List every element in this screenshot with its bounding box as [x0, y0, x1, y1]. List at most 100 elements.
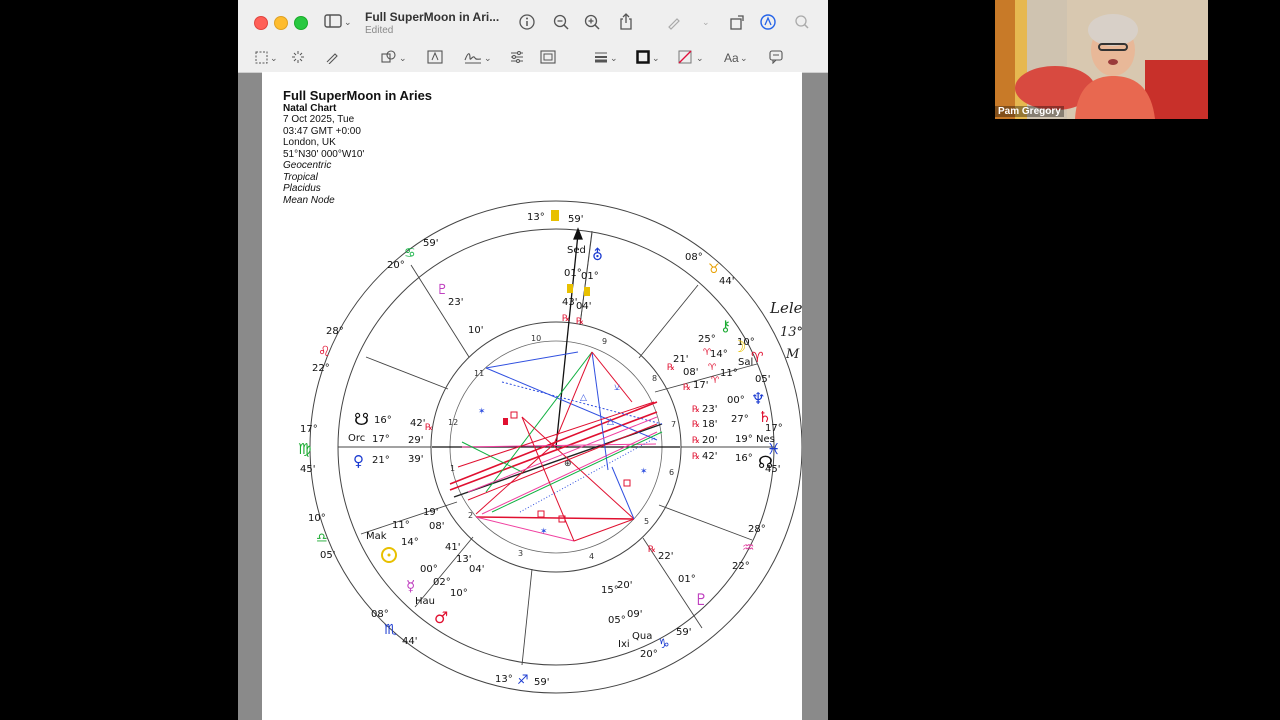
text-box-icon[interactable] [427, 50, 443, 64]
degree-label: 11° [720, 368, 738, 379]
mc-degree: 13° [527, 212, 545, 223]
chevron-down-icon[interactable]: ⌄ [270, 50, 278, 66]
degree-label: 02° [433, 577, 451, 588]
saturn-icon: ♄ [758, 408, 771, 426]
annotate-icon[interactable] [769, 50, 783, 64]
degree-label: 17' [693, 380, 708, 391]
chevron-down-icon[interactable]: ⌄ [610, 50, 618, 66]
info-icon[interactable] [519, 14, 535, 30]
signature-icon[interactable] [464, 50, 482, 64]
neptune-icon: ♆ [751, 389, 765, 408]
adjust-color-icon[interactable] [510, 50, 524, 64]
minimize-button[interactable] [274, 16, 288, 30]
house-number: 2 [468, 511, 473, 520]
highlight-pen-icon[interactable] [666, 14, 682, 30]
sedna-label: Sed [567, 245, 586, 256]
document-title: Full SuperMoon in Ari... [365, 10, 500, 24]
participant-video-tile[interactable]: Pam Gregory [995, 0, 1208, 119]
fill-color-icon[interactable] [678, 50, 692, 64]
svg-text:♈: ♈ [708, 363, 717, 373]
rectangular-selection-icon[interactable] [255, 51, 269, 65]
degree-label: 11° [392, 520, 410, 531]
degree-label: 18' [702, 419, 717, 430]
degree-label: 22' [658, 551, 673, 562]
border-color-icon[interactable] [636, 50, 650, 64]
search-icon[interactable] [794, 14, 810, 30]
libra-icon: ♎ [316, 531, 328, 546]
degree-label: 27° [731, 414, 749, 425]
cusp-3-minutes: 44' [402, 636, 417, 647]
degree-label: 14° [710, 349, 728, 360]
preview-window: ⌄ Full SuperMoon in Ari... Edited ⌄ ⌄ ⌄ … [238, 0, 828, 720]
adjust-size-icon[interactable] [540, 50, 556, 64]
sagittarius-icon: ♐ [517, 673, 529, 688]
axis-arrows [432, 227, 680, 448]
cusp-2-minutes: 05' [320, 550, 335, 561]
annotation-line-1: Lele [769, 299, 802, 317]
degree-label: 08' [683, 367, 698, 378]
degree-label: 08' [429, 521, 444, 532]
chevron-down-icon[interactable]: ⌄ [702, 14, 710, 30]
degree-label: 25° [698, 334, 716, 345]
chevron-down-icon[interactable]: ⌄ [344, 14, 352, 30]
mercury-icon: ☿ [406, 577, 415, 595]
scorpio-icon: ♏ [384, 622, 397, 638]
sidebar-toggle-icon[interactable] [324, 14, 342, 28]
line-style-icon[interactable] [594, 50, 608, 64]
house-number: 3 [518, 549, 523, 558]
degree-label: 10° [450, 588, 468, 599]
markup-icon[interactable] [760, 14, 776, 30]
degree-label: 20' [617, 580, 632, 591]
degree-label: 10' [468, 325, 483, 336]
zoom-button[interactable] [294, 16, 308, 30]
house-number: 9 [602, 337, 607, 346]
chevron-down-icon[interactable]: ⌄ [484, 50, 492, 66]
degree-label: 04' [576, 301, 591, 312]
cusp-11-minutes: 44' [719, 276, 734, 287]
cusp-11-degree: 08° [685, 252, 703, 263]
degree-label: 01° [564, 268, 582, 279]
zoom-in-icon[interactable] [584, 14, 600, 30]
chevron-down-icon[interactable]: ⌄ [696, 50, 704, 66]
cusp-11b-degree: 20° [387, 260, 405, 271]
rotate-icon[interactable] [729, 14, 745, 30]
participant-name: Pam Gregory [995, 106, 1064, 117]
degree-label: 14° [401, 537, 419, 548]
svg-text:℞: ℞ [425, 423, 433, 433]
participant-video-frame [995, 0, 1208, 119]
svg-text:△: △ [607, 417, 614, 427]
cusp-3-degree: 08° [371, 609, 389, 620]
svg-text:℞: ℞ [692, 405, 700, 415]
chevron-down-icon[interactable]: ⌄ [652, 50, 660, 66]
svg-text:℞: ℞ [692, 420, 700, 430]
asc-minutes: 45' [300, 464, 315, 475]
salacia-label: Sal [738, 357, 753, 368]
degree-label: 20' [702, 435, 717, 446]
house-number: 12 [448, 418, 458, 427]
share-icon[interactable] [619, 13, 633, 30]
svg-text:♈: ♈ [703, 348, 712, 358]
degree-label: 16° [374, 415, 392, 426]
degree-label: 05° [608, 615, 626, 626]
chevron-down-icon[interactable]: ⌄ [399, 50, 407, 66]
cusp-5-minutes: 59' [676, 627, 691, 638]
chevron-down-icon[interactable]: ⌄ [740, 50, 748, 66]
aquarius-icon: ♒ [742, 540, 755, 556]
mars-icon: ♂ [434, 608, 448, 627]
zoom-out-icon[interactable] [553, 14, 569, 30]
svg-text:℞: ℞ [692, 436, 700, 446]
svg-text:⚺: ⚺ [614, 383, 620, 393]
title-bar: ⌄ Full SuperMoon in Ari... Edited ⌄ [238, 0, 828, 44]
document-status: Edited [365, 25, 394, 36]
degree-label: 19° [735, 434, 753, 445]
house-number: 6 [669, 468, 674, 477]
sketch-icon[interactable] [325, 50, 339, 64]
close-button[interactable] [254, 16, 268, 30]
taurus-icon: ♉ [708, 262, 720, 277]
instant-alpha-icon[interactable] [291, 50, 305, 64]
cusp-6-degree: 28° [748, 524, 766, 535]
degree-label: 42' [702, 451, 717, 462]
text-style-icon[interactable]: Aa [724, 50, 739, 66]
shapes-icon[interactable] [381, 50, 397, 64]
ixion-label: Ixi [618, 639, 630, 650]
